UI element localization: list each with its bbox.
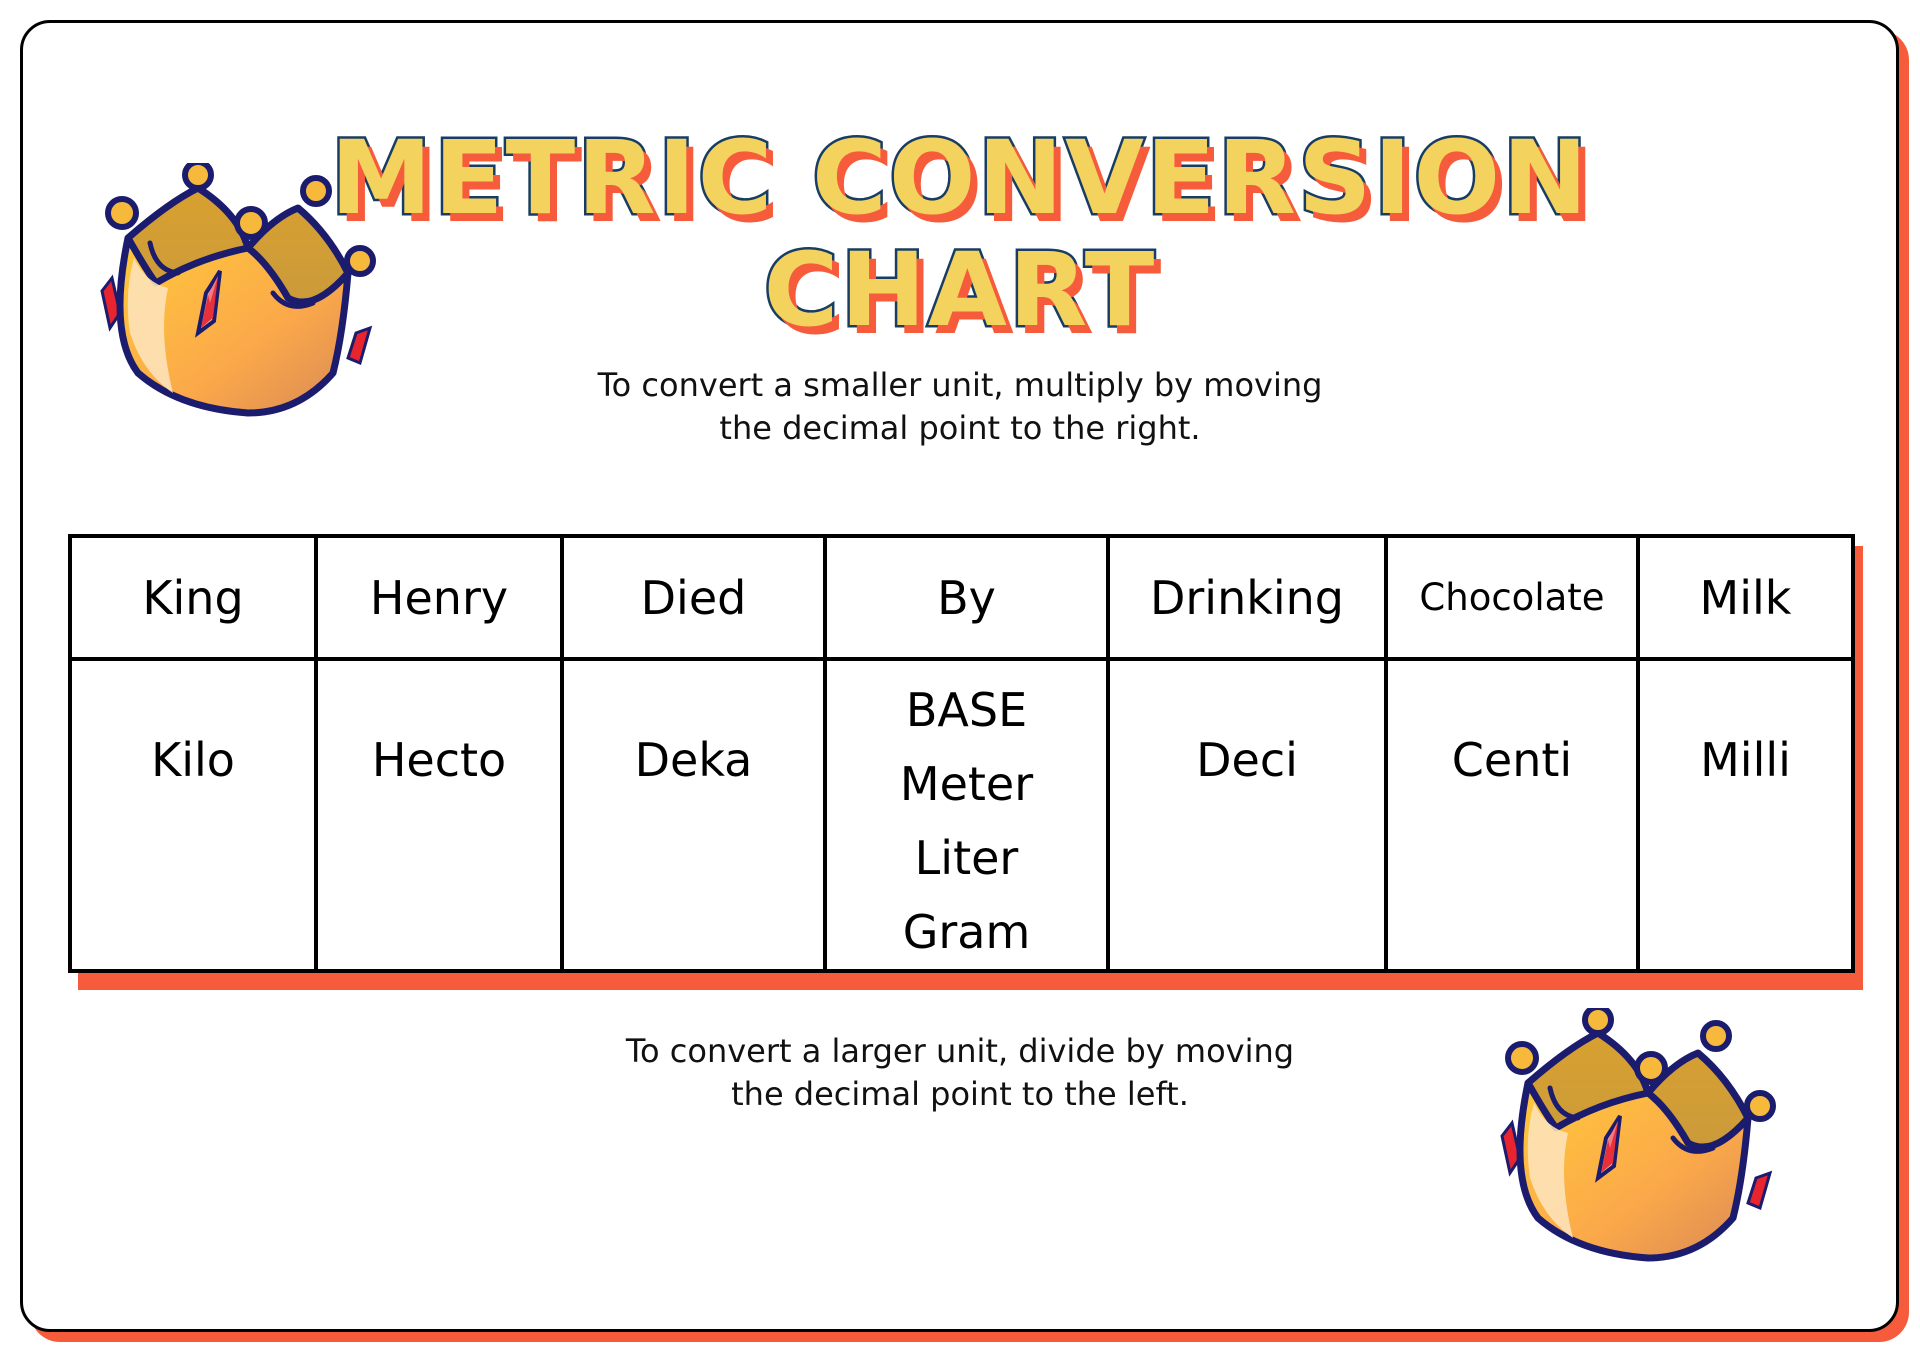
prefix-milli: Milli xyxy=(1700,733,1791,787)
base-unit-meter: Meter xyxy=(899,757,1034,811)
table-row-prefixes: Kilo Hecto Deka BASE Meter Liter Gram De… xyxy=(68,657,1855,973)
instruction-text: the decimal point to the left. xyxy=(731,1075,1189,1113)
instruction-text: To convert a larger unit, divide by movi… xyxy=(625,1032,1295,1070)
instruction-larger-unit: To convert a larger unit, divide by movi… xyxy=(0,1030,1920,1116)
mnemonic-cell: Died xyxy=(560,534,827,661)
table-row-mnemonic: King Henry Died By Drinking Chocolate Mi… xyxy=(68,534,1855,661)
base-unit-stack: BASE Meter Liter Gram xyxy=(827,661,1106,969)
prefix-cell: Centi xyxy=(1384,657,1640,973)
base-label: BASE xyxy=(905,683,1028,737)
instruction-smaller-unit: To convert a smaller unit, multiply by m… xyxy=(0,364,1920,450)
base-unit-gram: Gram xyxy=(902,905,1031,959)
base-unit-liter: Liter xyxy=(914,831,1019,885)
prefix-centi: Centi xyxy=(1451,733,1573,787)
prefix-deka: Deka xyxy=(634,733,753,787)
prefix-cell: Kilo xyxy=(68,657,318,973)
base-cell: BASE Meter Liter Gram xyxy=(823,657,1110,973)
mnemonic-cell: King xyxy=(68,534,318,661)
prefix-deci: Deci xyxy=(1196,733,1298,787)
page-title-line-2: CHART xyxy=(761,231,1157,350)
prefix-cell: Milli xyxy=(1636,657,1855,973)
prefix-cell: Deka xyxy=(560,657,827,973)
prefix-kilo: Kilo xyxy=(151,733,235,787)
mnemonic-cell: Chocolate xyxy=(1384,534,1640,661)
prefix-cell: Hecto xyxy=(314,657,564,973)
mnemonic-cell: Milk xyxy=(1636,534,1855,661)
instruction-text: the decimal point to the right. xyxy=(719,409,1201,447)
page-title: METRIC CONVERSION xyxy=(328,119,1590,238)
mnemonic-cell: Drinking xyxy=(1106,534,1388,661)
metric-conversion-table: King Henry Died By Drinking Chocolate Mi… xyxy=(68,534,1855,973)
prefix-cell: Deci xyxy=(1106,657,1388,973)
mnemonic-cell: By xyxy=(823,534,1110,661)
instruction-text: To convert a smaller unit, multiply by m… xyxy=(597,366,1323,404)
mnemonic-cell: Henry xyxy=(314,534,564,661)
prefix-hecto: Hecto xyxy=(371,733,507,787)
